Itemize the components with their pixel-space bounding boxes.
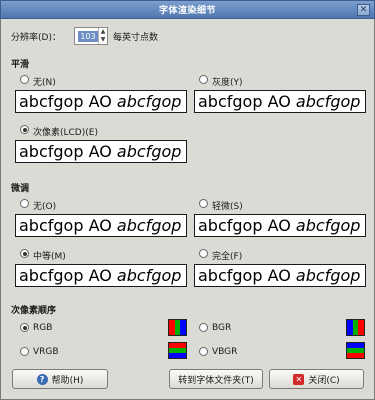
hinting-medium-label[interactable]: 中等(M) <box>33 249 66 262</box>
close-icon: ✕ <box>293 373 305 385</box>
preview-italic-text: abcfgop <box>116 216 182 235</box>
bgr-swatch-icon <box>346 319 365 336</box>
preview-italic-text: abcfgop <box>295 266 361 285</box>
smoothing-none-preview: abcfgop AO abcfgop <box>15 90 187 113</box>
hinting-slight-preview: abcfgop AO abcfgop <box>194 214 366 237</box>
preview-italic-text: abcfgop <box>295 216 361 235</box>
preview-plain-text: abcfgop AO <box>19 92 117 111</box>
preview-italic-text: abcfgop <box>295 92 361 111</box>
preview-plain-text: abcfgop AO <box>19 142 117 161</box>
vbgr-swatch-icon <box>346 342 365 359</box>
smoothing-subpixel-label[interactable]: 次像素(LCD)(E) <box>33 125 98 138</box>
help-button[interactable]: ? 帮助(H) <box>12 369 108 389</box>
smoothing-grayscale-preview: abcfgop AO abcfgop <box>194 90 366 113</box>
window-titlebar: 字体渲染细节 ✕ <box>0 0 375 19</box>
goto-font-folder-button[interactable]: 转到字体文件夹(T) <box>169 369 263 389</box>
smoothing-subpixel-preview: abcfgop AO abcfgop <box>15 140 187 163</box>
subpixel-rgb-radio[interactable] <box>20 323 29 332</box>
subpixel-bgr-radio[interactable] <box>199 323 208 332</box>
help-button-label: 帮助(H) <box>51 375 84 386</box>
preview-plain-text: abcfgop AO <box>198 216 296 235</box>
subpixel-vrgb-label[interactable]: VRGB <box>33 347 59 357</box>
resolution-value[interactable]: 103 <box>78 31 98 42</box>
swatch-stripe <box>180 320 187 335</box>
smoothing-subpixel-radio[interactable] <box>20 125 29 134</box>
spin-arrows-icon[interactable]: ▲ ▼ <box>98 28 107 44</box>
smoothing-grayscale-label[interactable]: 灰度(Y) <box>212 75 243 88</box>
swatch-stripe <box>347 353 364 358</box>
resolution-spinner[interactable]: 103 ▲ ▼ <box>74 27 108 45</box>
preview-italic-text: abcfgop <box>116 142 182 161</box>
preview-plain-text: abcfgop AO <box>198 266 296 285</box>
resolution-label: 分辨率(D)： <box>11 33 61 43</box>
help-icon: ? <box>36 373 48 385</box>
window-close-icon[interactable]: ✕ <box>357 4 370 16</box>
preview-plain-text: abcfgop AO <box>19 266 117 285</box>
preview-plain-text: abcfgop AO <box>198 92 296 111</box>
preview-italic-text: abcfgop <box>116 92 182 111</box>
hinting-slight-label[interactable]: 轻微(S) <box>212 199 243 212</box>
subpixel-vbgr-label[interactable]: VBGR <box>212 347 237 357</box>
hinting-full-radio[interactable] <box>199 249 208 258</box>
rgb-swatch-icon <box>168 319 187 336</box>
hinting-medium-radio[interactable] <box>20 249 29 258</box>
hinting-slight-radio[interactable] <box>199 199 208 208</box>
smoothing-grayscale-radio[interactable] <box>199 75 208 84</box>
hinting-full-preview: abcfgop AO abcfgop <box>194 264 366 287</box>
hinting-none-radio[interactable] <box>20 199 29 208</box>
swatch-stripe <box>358 320 365 335</box>
smoothing-none-label[interactable]: 无(N) <box>33 75 56 88</box>
window-title: 字体渲染细节 <box>158 6 216 16</box>
swatch-stripe <box>169 353 186 358</box>
subpixel-vrgb-radio[interactable] <box>20 347 29 356</box>
subpixel-vbgr-radio[interactable] <box>199 347 208 356</box>
hinting-full-label[interactable]: 完全(F) <box>212 249 242 262</box>
vrgb-swatch-icon <box>168 342 187 359</box>
goto-font-folder-label: 转到字体文件夹(T) <box>178 375 254 386</box>
font-rendering-dialog: 分辨率(D)： 103 ▲ ▼ 每英寸点数 平滑 无(N) abcfgop AO … <box>0 19 375 400</box>
smoothing-none-radio[interactable] <box>20 75 29 84</box>
subpixel-order-heading: 次像素顺序 <box>11 306 57 316</box>
smoothing-heading: 平滑 <box>11 60 30 70</box>
hinting-none-label[interactable]: 无(O) <box>33 199 56 212</box>
preview-plain-text: abcfgop AO <box>19 216 117 235</box>
close-button[interactable]: ✕ 关闭(C) <box>269 369 364 389</box>
hinting-medium-preview: abcfgop AO abcfgop <box>15 264 187 287</box>
close-button-label: 关闭(C) <box>308 375 340 386</box>
resolution-unit: 每英寸点数 <box>113 33 159 43</box>
preview-italic-text: abcfgop <box>116 266 182 285</box>
subpixel-bgr-label[interactable]: BGR <box>212 323 231 333</box>
hinting-none-preview: abcfgop AO abcfgop <box>15 214 187 237</box>
subpixel-rgb-label[interactable]: RGB <box>33 323 52 333</box>
hinting-heading: 微调 <box>11 184 30 194</box>
